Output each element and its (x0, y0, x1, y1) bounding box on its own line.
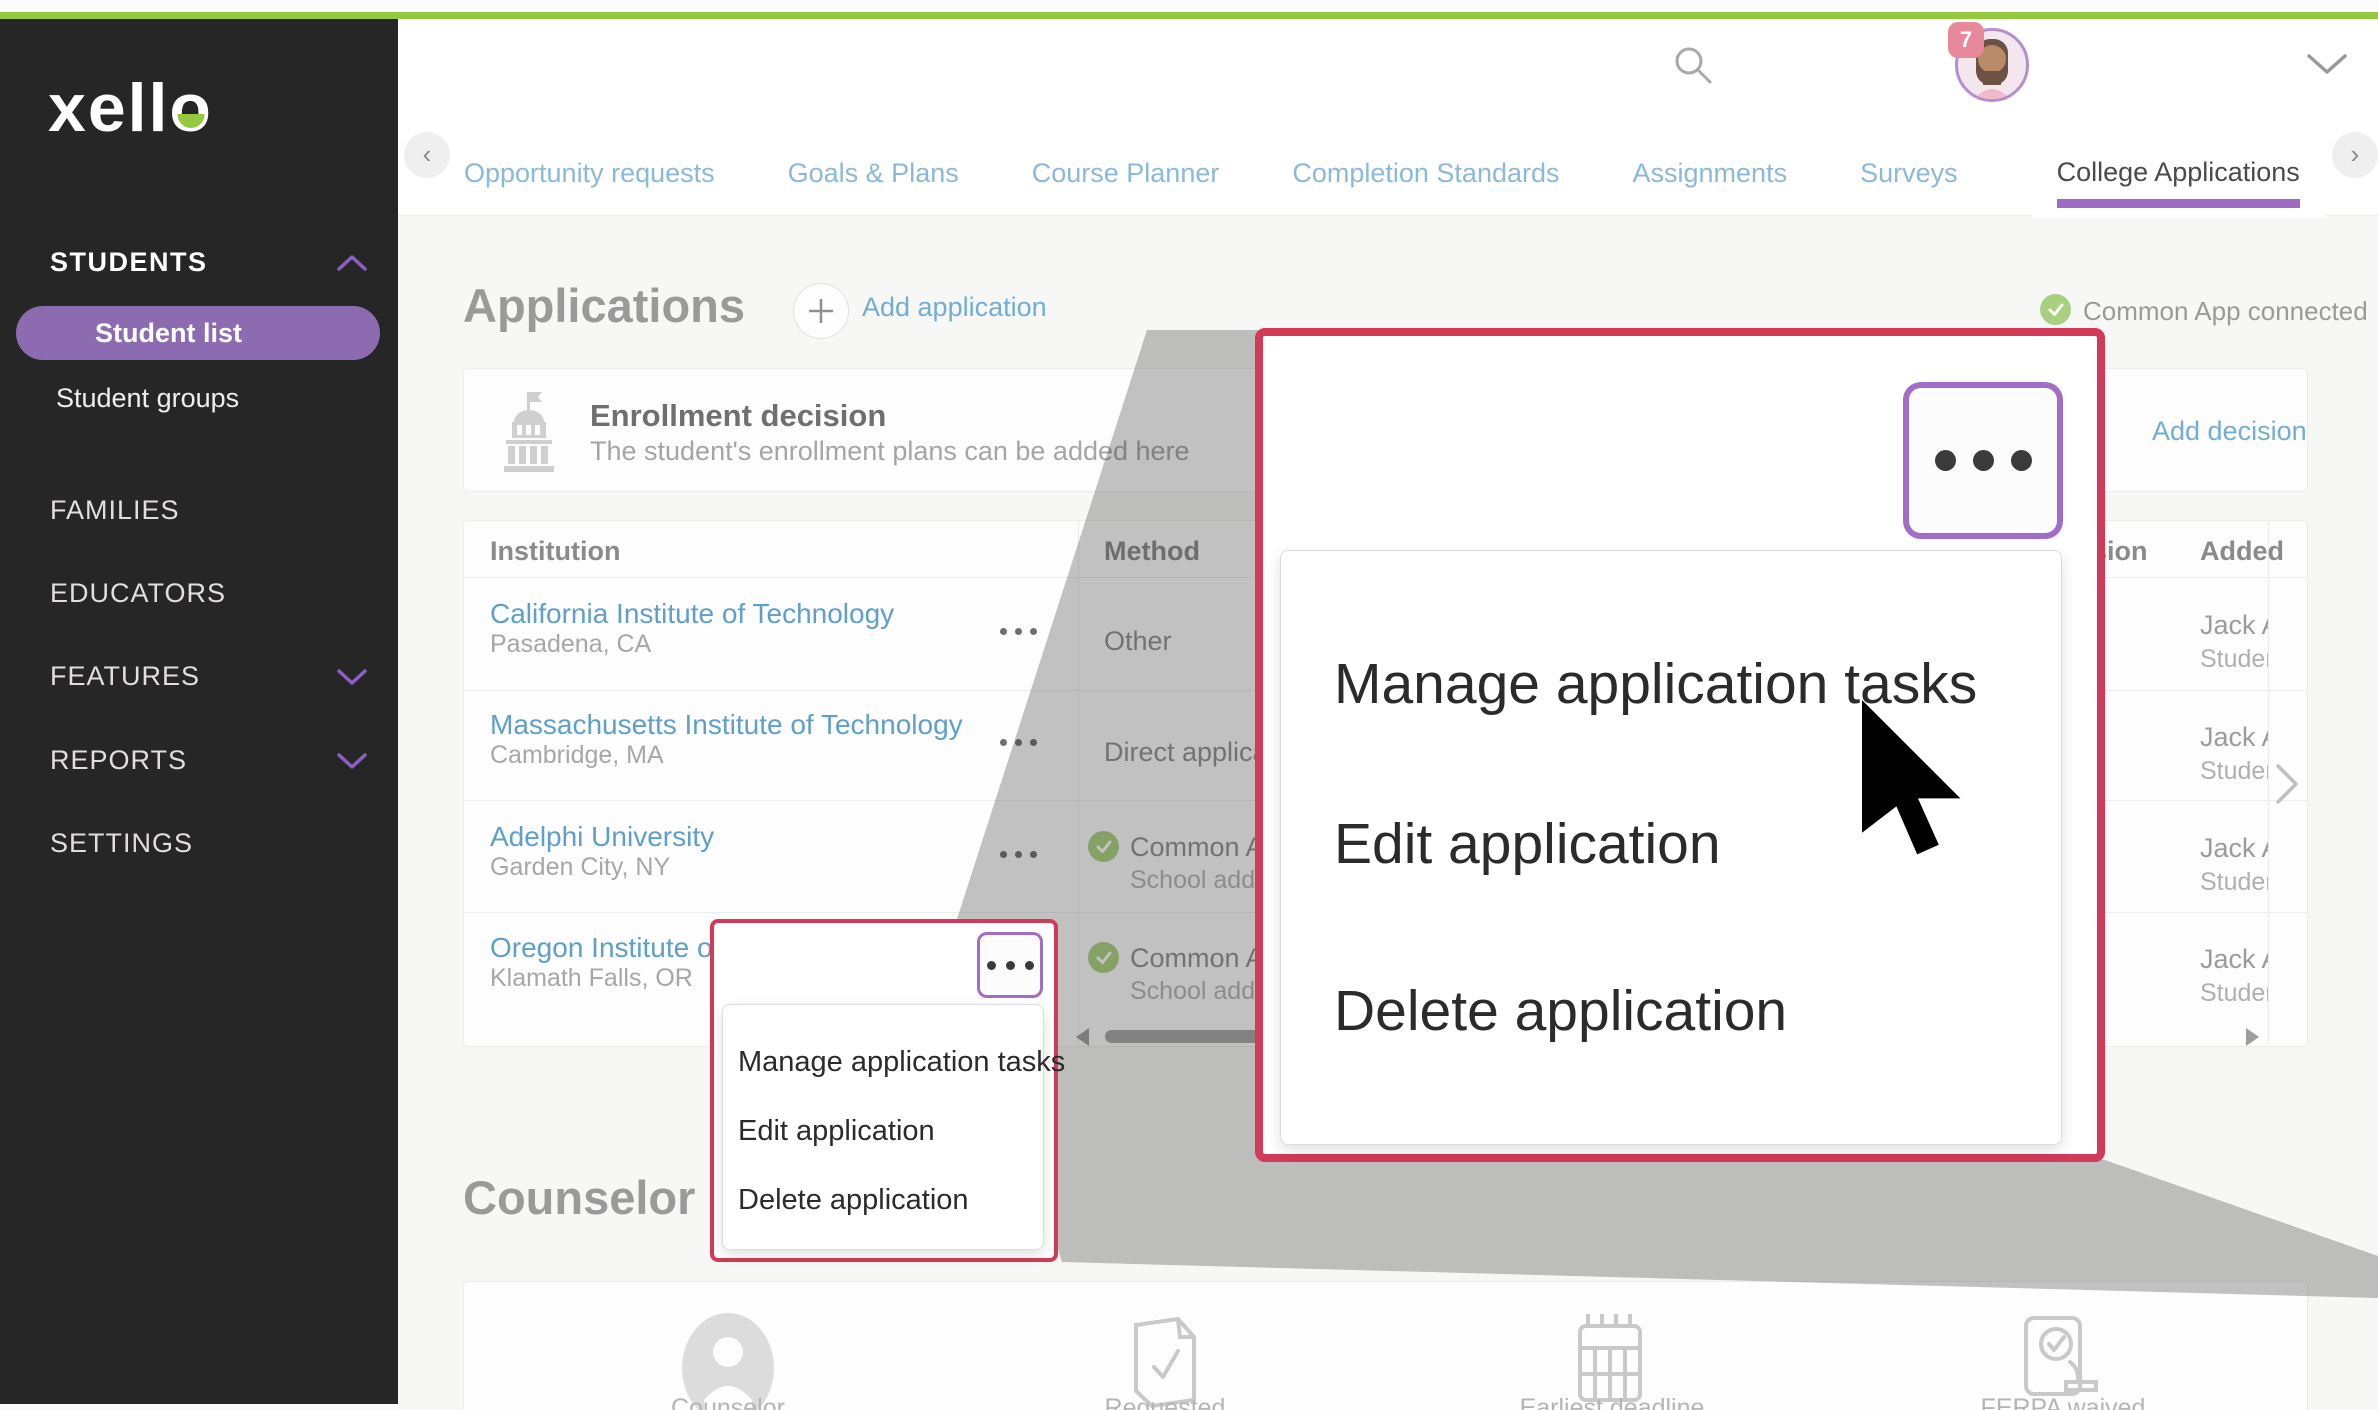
added-role: Student (2200, 645, 2268, 674)
page-title: Applications (463, 278, 745, 333)
footer-label-ferpa-waived: FERPA waived (1913, 1394, 2213, 1410)
method-value: Other (1104, 626, 1172, 657)
institution-building-icon (500, 388, 558, 474)
add-application-link[interactable]: Add application (862, 292, 1047, 323)
tab-opportunity-requests[interactable]: Opportunity requests (464, 158, 715, 189)
tabs-scroll-left-button[interactable]: ‹ (404, 132, 450, 178)
active-tab-underline (2057, 199, 2300, 208)
add-decision-link[interactable]: Add decision (2152, 416, 2307, 447)
added-by: Jack A (2200, 833, 2268, 864)
added-by: Jack A (2200, 722, 2268, 753)
sidebar-item-families[interactable]: FAMILIES (50, 495, 180, 526)
institution-location: Garden City, NY (490, 853, 670, 882)
institution-location: Cambridge, MA (490, 741, 664, 770)
common-app-status: Common App connected (2083, 296, 2368, 327)
menu-item-delete-application[interactable]: Delete application (738, 1184, 969, 1217)
sidebar: xelloxello STUDENTS Student list Student… (0, 19, 398, 1404)
row-actions-button[interactable] (1000, 851, 1037, 858)
sidebar-section-students[interactable]: STUDENTS (50, 247, 208, 278)
table-scroll-right-chevron-icon[interactable] (2272, 762, 2302, 806)
row-actions-button-magnified[interactable] (1903, 382, 2063, 539)
method-check-icon (1088, 831, 1119, 862)
added-by: Jack A (2200, 944, 2268, 975)
hscroll-right-arrow[interactable] (2246, 1028, 2259, 1046)
row-actions-button[interactable] (1000, 739, 1037, 746)
tab-completion-standards[interactable]: Completion Standards (1292, 158, 1559, 189)
mouse-cursor-icon (1862, 700, 1962, 860)
enrollment-subtitle: The student's enrollment plans can be ad… (590, 436, 1190, 467)
footer-label-counselor: Counselor (578, 1394, 878, 1410)
menu-item-delete-application-magnified[interactable]: Delete application (1334, 978, 1787, 1044)
menu-item-manage-tasks[interactable]: Manage application tasks (738, 1046, 1065, 1079)
tab-goals-plans[interactable]: Goals & Plans (788, 158, 959, 189)
context-menu: Manage application tasks Edit applicatio… (722, 1004, 1044, 1250)
column-divider (2268, 521, 2269, 1045)
chevron-up-icon[interactable] (336, 253, 368, 273)
earliest-deadline-calendar-icon (1572, 1312, 1652, 1407)
sidebar-item-settings[interactable]: SETTINGS (50, 828, 193, 859)
sidebar-item-reports[interactable]: REPORTS (50, 745, 187, 776)
tab-bar: Opportunity requests Goals & Plans Cours… (464, 130, 2378, 216)
hscroll-left-arrow[interactable] (1076, 1028, 1089, 1046)
tabs-scroll-right-button[interactable]: › (2332, 132, 2378, 178)
added-column: Jack A Student Jack A Student Jack A Stu… (2200, 577, 2268, 1045)
institution-location: Pasadena, CA (490, 630, 651, 659)
sidebar-item-student-list[interactable]: Student list (16, 306, 380, 360)
common-app-check-icon (2040, 294, 2071, 325)
row-actions-button-highlighted[interactable] (977, 932, 1043, 998)
sidebar-item-student-groups[interactable]: Student groups (56, 383, 239, 414)
sidebar-item-features[interactable]: FEATURES (50, 661, 200, 692)
institution-link[interactable]: California Institute of Technology (490, 598, 894, 630)
counselor-heading: Counselor (463, 1170, 695, 1225)
student-groups-label: Student groups (56, 383, 239, 413)
chevron-down-icon[interactable] (336, 667, 368, 687)
added-by: Jack A (2200, 610, 2268, 641)
added-role: Student (2200, 757, 2268, 786)
xello-logo[interactable]: xelloxello (48, 69, 213, 147)
col-header-added[interactable]: Added (2200, 536, 2284, 567)
column-divider (1078, 521, 1079, 1045)
added-role: Student (2200, 979, 2268, 1008)
search-icon[interactable] (1672, 44, 1714, 86)
footer-label-requested: Requested (1015, 1394, 1315, 1410)
logo-smile-icon (178, 114, 205, 128)
method-check-icon (1088, 942, 1119, 973)
enrollment-title: Enrollment decision (590, 398, 886, 434)
add-application-button[interactable] (793, 283, 849, 339)
tab-course-planner[interactable]: Course Planner (1032, 158, 1220, 189)
menu-item-edit-application[interactable]: Edit application (738, 1115, 935, 1148)
col-header-method[interactable]: Method (1104, 536, 1200, 567)
tab-college-applications[interactable]: College Applications (2031, 129, 2326, 218)
user-menu-chevron-icon[interactable] (2305, 52, 2349, 78)
institution-link[interactable]: Adelphi University (490, 821, 714, 853)
footer-label-earliest-deadline: Earliest deadline (1462, 1394, 1762, 1410)
student-list-label: Student list (95, 318, 242, 348)
brand-accent-bar (0, 12, 2378, 19)
institution-link[interactable]: Massachusetts Institute of Technology (490, 709, 963, 741)
ferpa-waived-icon (2018, 1312, 2108, 1407)
chevron-down-icon[interactable] (336, 751, 368, 771)
tab-surveys[interactable]: Surveys (1860, 158, 1958, 189)
notification-badge[interactable]: 7 (1948, 22, 1984, 58)
tab-college-applications-label: College Applications (2057, 157, 2300, 187)
sidebar-item-educators[interactable]: EDUCATORS (50, 578, 226, 609)
institution-location: Klamath Falls, OR (490, 964, 693, 993)
col-header-institution[interactable]: Institution (490, 536, 620, 567)
menu-item-edit-application-magnified[interactable]: Edit application (1334, 811, 1721, 877)
added-role: Student (2200, 868, 2268, 897)
plus-icon (794, 284, 848, 338)
tab-assignments[interactable]: Assignments (1633, 158, 1788, 189)
row-actions-button[interactable] (1000, 628, 1037, 635)
